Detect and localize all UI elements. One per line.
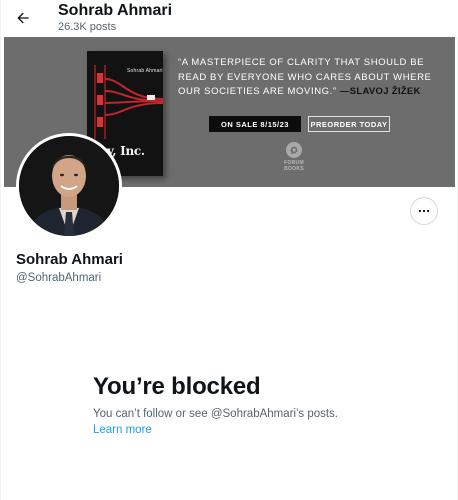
blocked-message: You can’t follow or see @SohrabAhmari’s … [93, 408, 338, 420]
preorder-label: PREORDER TODAY [308, 116, 390, 132]
learn-more-link[interactable]: Learn more [93, 423, 152, 437]
blocked-title: You’re blocked [93, 373, 261, 400]
arrow-left-icon [17, 12, 29, 24]
back-button[interactable] [10, 5, 36, 31]
more-dots-icon [418, 209, 430, 213]
profile-avatar[interactable] [16, 133, 122, 239]
avatar-image [19, 136, 119, 236]
header-profile-name: Sohrab Ahmari [58, 2, 173, 19]
banner-quote-attribution: —SLAVOJ ŽIŽEK [339, 86, 421, 97]
profile-page: Sohrab Ahmari 26.3K posts Sohrab Ahmari [0, 0, 458, 500]
forum-books-logo-icon [286, 142, 302, 158]
more-options-button[interactable] [410, 197, 438, 225]
top-header: Sohrab Ahmari 26.3K posts [1, 0, 458, 37]
profile-handle: @SohrabAhmari [16, 272, 102, 284]
publisher-name: FORUM BOOKS [284, 160, 304, 172]
banner-quote: “A MASTERPIECE OF CLARITY THAT SHOULD BE… [178, 56, 440, 100]
profile-display-name: Sohrab Ahmari [16, 251, 123, 268]
on-sale-label: ON SALE 8/15/23 [209, 116, 301, 132]
header-post-count: 26.3K posts [58, 21, 117, 33]
book-author: Sohrab Ahmari [127, 68, 163, 74]
